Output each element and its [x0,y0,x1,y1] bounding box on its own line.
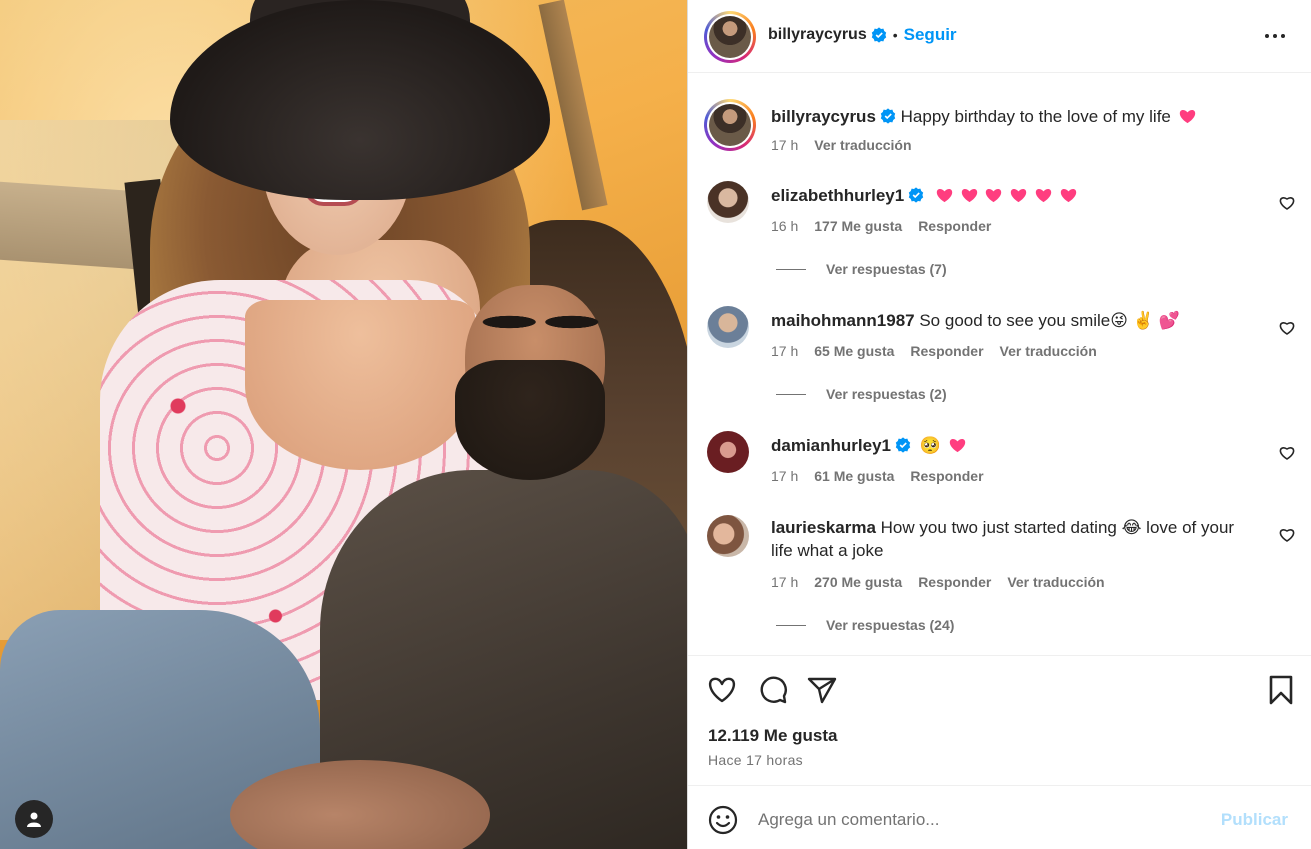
comment-likes[interactable]: 65 Me gusta [814,343,894,359]
post-time[interactable]: Hace 17 horas [708,752,803,768]
comment-meta: 17 h 270 Me gusta Responder Ver traducci… [771,574,1105,590]
replies-divider [776,393,806,395]
photo-skin [245,300,475,470]
view-replies-button[interactable]: Ver respuestas (24) [776,617,954,633]
comment-time[interactable]: 17 h [771,574,798,590]
view-replies-label: Ver respuestas (7) [826,261,947,277]
comment-translate[interactable]: Ver traducción [1000,343,1097,359]
commenter-avatar[interactable] [707,181,749,223]
comment-composer: Publicar [688,785,1311,849]
heart-emoji-icon [986,189,1002,203]
comment-username[interactable]: laurieskarma [771,518,876,537]
photo-sunglasses [478,300,603,344]
comment-body: 🥺 [919,436,941,455]
caption-time[interactable]: 17 h [771,137,798,153]
view-replies-button[interactable]: Ver respuestas (7) [776,261,947,277]
comment-like-icon[interactable] [1279,445,1295,461]
author-avatar[interactable] [704,11,756,63]
heart-emoji-icon [1060,189,1076,203]
view-replies-label: Ver respuestas (24) [826,617,955,633]
likes-count[interactable]: 12.119 Me gusta [708,726,837,746]
commenter-avatar[interactable] [707,515,749,557]
view-replies-button[interactable]: Ver respuestas (2) [776,386,947,402]
caption-meta: 17 h Ver traducción [771,137,912,153]
comment-username[interactable]: maihohmann1987 [771,311,915,330]
share-icon[interactable] [806,674,838,706]
comment-text: damianhurley1 🥺 [771,434,1258,457]
follow-button[interactable]: Seguir [904,25,957,45]
comment-meta: 17 h 65 Me gusta Responder Ver traducció… [771,343,1097,359]
comment-like-icon[interactable] [1279,527,1295,543]
caption-text: billyraycyrus Happy birthday to the love… [771,105,1258,128]
comment-time[interactable]: 17 h [771,468,798,484]
comments-list[interactable]: billyraycyrus Happy birthday to the love… [688,73,1311,655]
separator-dot: • [892,27,898,43]
comment-body: So good to see you smile😜 ✌️ 💕 [919,311,1180,330]
comment-reply-button[interactable]: Responder [918,574,991,590]
comment-likes[interactable]: 270 Me gusta [814,574,902,590]
replies-divider [776,624,806,626]
comment-translate[interactable]: Ver traducción [1007,574,1104,590]
verified-icon [871,27,886,43]
comment-hearts [933,186,1077,205]
comment-likes[interactable]: 61 Me gusta [814,468,894,484]
commenter-avatar[interactable] [707,306,749,348]
post-side-panel: billyraycyrus • Seguir billyraycyrus Hap… [687,0,1311,849]
comment-meta: 17 h 61 Me gusta Responder [771,468,984,484]
heart-emoji-icon [961,189,977,203]
more-icon[interactable] [1263,24,1287,48]
comment-time[interactable]: 17 h [771,343,798,359]
comment-like-icon[interactable] [1279,320,1295,336]
heart-icon[interactable] [706,674,738,706]
tagged-users-button[interactable] [15,800,53,838]
caption-translate[interactable]: Ver traducción [814,137,911,153]
view-replies-label: Ver respuestas (2) [826,386,947,402]
heart-emoji-icon [1035,189,1052,203]
comment-username[interactable]: elizabethhurley1 [771,186,904,205]
photo-beard [455,360,605,480]
comment-reply-button[interactable]: Responder [918,218,991,234]
post-header: billyraycyrus • Seguir [688,0,1311,73]
comment-time[interactable]: 16 h [771,218,798,234]
replies-divider [776,268,806,270]
verified-icon [880,108,896,124]
comment-input[interactable] [758,806,1198,834]
heart-emoji-icon [949,439,965,453]
heart-emoji-icon [936,189,953,203]
comment-text: elizabethhurley1 [771,184,1258,207]
caption-body: Happy birthday to the love of my life [900,107,1171,126]
comment-meta: 16 h 177 Me gusta Responder [771,218,991,234]
publish-button[interactable]: Publicar [1221,810,1288,830]
verified-icon [909,187,924,203]
user-icon [27,812,41,827]
heart-emoji-icon [1179,110,1195,124]
emoji-icon[interactable] [708,805,738,835]
caption-avatar[interactable] [704,99,756,151]
comment-like-icon[interactable] [1279,195,1295,211]
caption-username[interactable]: billyraycyrus [771,107,876,126]
author-username[interactable]: billyraycyrus [768,26,867,44]
comment-reply-button[interactable]: Responder [910,468,983,484]
verified-icon [895,437,911,453]
comment-icon[interactable] [757,674,789,706]
comment-likes[interactable]: 177 Me gusta [814,218,902,234]
comment-text: laurieskarma How you two just started da… [771,516,1258,562]
comment-reply-button[interactable]: Responder [910,343,983,359]
bookmark-icon[interactable] [1265,674,1297,706]
commenter-avatar[interactable] [707,431,749,473]
post-actions: 12.119 Me gusta Hace 17 horas [688,655,1311,785]
header-user: billyraycyrus • Seguir [768,25,957,45]
post-photo[interactable] [0,0,687,849]
heart-emoji-icon [1010,189,1027,203]
comment-text: maihohmann1987 So good to see you smile😜… [771,309,1258,332]
comment-username[interactable]: damianhurley1 [771,436,891,455]
